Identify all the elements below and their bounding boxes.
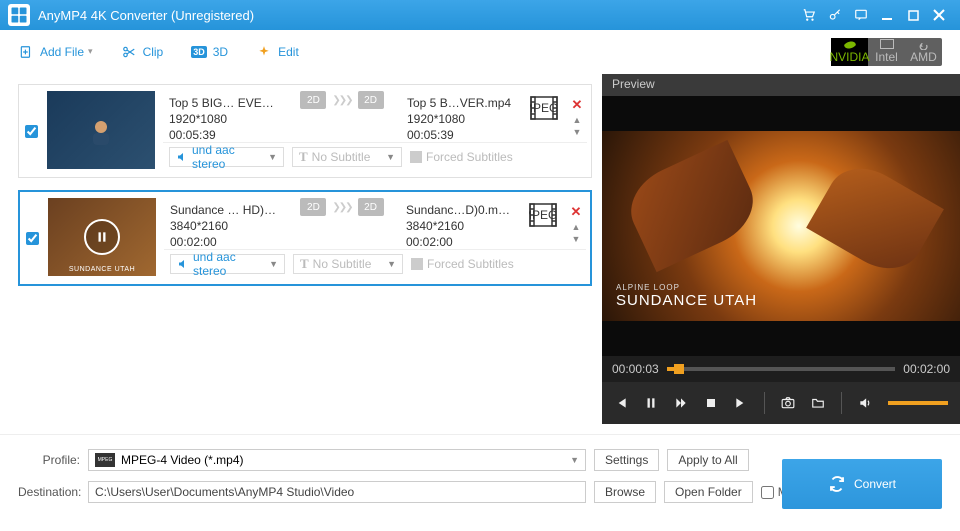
thumbnail[interactable] bbox=[47, 91, 155, 169]
timeline-slider[interactable] bbox=[667, 367, 896, 371]
audio-select[interactable]: und aac stereo ▼ bbox=[170, 254, 285, 274]
format-icon[interactable]: MPEG4 bbox=[529, 95, 559, 121]
arrow-icon: ❯❯❯ bbox=[332, 95, 351, 106]
remove-icon[interactable]: ✕ bbox=[571, 204, 582, 220]
titlebar: AnyMP4 4K Converter (Unregistered) bbox=[0, 0, 960, 30]
apply-all-button[interactable]: Apply to All bbox=[667, 449, 748, 471]
snapshot-folder-button[interactable] bbox=[811, 396, 825, 410]
convert-button[interactable]: Convert bbox=[782, 459, 942, 509]
preview-title: Preview bbox=[602, 74, 960, 96]
move-up-icon[interactable]: ▲ bbox=[573, 115, 582, 125]
maximize-button[interactable] bbox=[900, 2, 926, 28]
move-down-icon[interactable]: ▼ bbox=[572, 234, 581, 244]
nvidia-badge[interactable]: NVIDIA bbox=[831, 38, 868, 66]
volume-icon[interactable] bbox=[858, 396, 872, 410]
source-info: Sundance … HD)0.avi 3840*2160 00:02:00 bbox=[164, 198, 284, 254]
file-list: Top 5 BIG… EVER.MP4 1920*1080 00:05:39 2… bbox=[0, 74, 602, 424]
3d-button[interactable]: 3D 3D bbox=[191, 45, 228, 59]
subtitle-icon: T bbox=[300, 256, 309, 272]
open-folder-button[interactable]: Open Folder bbox=[664, 481, 753, 503]
3d-label: 3D bbox=[213, 45, 228, 59]
prev-button[interactable] bbox=[614, 396, 628, 410]
2d-badge[interactable]: 2D bbox=[300, 198, 326, 216]
profile-label: Profile: bbox=[18, 453, 80, 467]
source-info: Top 5 BIG… EVER.MP4 1920*1080 00:05:39 bbox=[163, 91, 283, 147]
snapshot-button[interactable] bbox=[781, 396, 795, 410]
destination-label: Destination: bbox=[18, 485, 80, 499]
hw-accel-badges: NVIDIA Intel AMD bbox=[831, 38, 942, 66]
feedback-icon[interactable] bbox=[848, 2, 874, 28]
arrow-icon: ❯❯❯ bbox=[332, 202, 351, 213]
preview-panel: Preview ALPINE LOOP SUNDANCE UTAH 00:00:… bbox=[602, 74, 960, 424]
2d-badge[interactable]: 2D bbox=[300, 91, 326, 109]
time-total: 00:02:00 bbox=[903, 362, 950, 376]
clip-label: Clip bbox=[143, 45, 164, 59]
preview-video[interactable]: ALPINE LOOP SUNDANCE UTAH bbox=[602, 96, 960, 356]
3d-icon: 3D bbox=[191, 46, 207, 58]
list-item[interactable]: Top 5 BIG… EVER.MP4 1920*1080 00:05:39 2… bbox=[18, 84, 592, 178]
key-icon[interactable] bbox=[822, 2, 848, 28]
add-file-label: Add File bbox=[40, 45, 84, 59]
move-down-icon[interactable]: ▼ bbox=[573, 127, 582, 137]
item-checkbox[interactable] bbox=[26, 232, 39, 245]
cart-icon[interactable] bbox=[796, 2, 822, 28]
edit-label: Edit bbox=[278, 45, 299, 59]
remove-icon[interactable]: ✕ bbox=[572, 97, 583, 113]
app-logo bbox=[8, 4, 30, 26]
browse-button[interactable]: Browse bbox=[594, 481, 656, 503]
dest-info: Top 5 B…VER.mp4 1920*1080 00:05:39 bbox=[401, 91, 521, 147]
subtitle-select[interactable]: T No Subtitle ▼ bbox=[293, 254, 403, 274]
audio-select[interactable]: und aac stereo ▼ bbox=[169, 147, 284, 167]
svg-text:MPEG4: MPEG4 bbox=[530, 101, 558, 115]
time-current: 00:00:03 bbox=[612, 362, 659, 376]
thumbnail[interactable]: SUNDANCE UTAH bbox=[48, 198, 156, 276]
pause-button[interactable] bbox=[644, 396, 658, 410]
close-button[interactable] bbox=[926, 2, 952, 28]
list-item[interactable]: SUNDANCE UTAH Sundance … HD)0.avi 3840*2… bbox=[18, 190, 592, 286]
move-up-icon[interactable]: ▲ bbox=[572, 222, 581, 232]
format-icon[interactable]: MPEG4 bbox=[528, 202, 558, 228]
mpeg-icon bbox=[95, 453, 115, 467]
volume-slider[interactable] bbox=[888, 401, 948, 405]
dest-info: Sundanc…D)0.mp4 3840*2160 00:02:00 bbox=[400, 198, 520, 254]
profile-select[interactable]: MPEG-4 Video (*.mp4) ▼ bbox=[88, 449, 586, 471]
convert-icon bbox=[828, 475, 846, 493]
subtitle-icon: T bbox=[299, 149, 308, 165]
scissors-icon bbox=[121, 44, 137, 60]
svg-text:MPEG4: MPEG4 bbox=[529, 208, 557, 222]
toolbar: Add File ▾ Clip 3D 3D Edit NVIDIA Intel … bbox=[0, 30, 960, 74]
stop-button[interactable] bbox=[704, 397, 718, 409]
speaker-icon bbox=[176, 151, 188, 163]
destination-input[interactable] bbox=[88, 481, 586, 503]
fast-forward-button[interactable] bbox=[674, 396, 688, 410]
forced-subtitles: Forced Subtitles bbox=[411, 257, 514, 271]
app-title: AnyMP4 4K Converter (Unregistered) bbox=[38, 8, 796, 23]
clip-button[interactable]: Clip bbox=[121, 44, 164, 60]
2d-badge[interactable]: 2D bbox=[358, 198, 384, 216]
settings-button[interactable]: Settings bbox=[594, 449, 659, 471]
add-file-button[interactable]: Add File ▾ bbox=[18, 44, 93, 60]
plus-icon bbox=[18, 44, 34, 60]
next-button[interactable] bbox=[734, 396, 748, 410]
subtitle-select[interactable]: T No Subtitle ▼ bbox=[292, 147, 402, 167]
intel-badge[interactable]: Intel bbox=[868, 38, 905, 66]
forced-subtitles: Forced Subtitles bbox=[410, 150, 513, 164]
play-icon bbox=[84, 219, 120, 255]
edit-button[interactable]: Edit bbox=[256, 44, 299, 60]
item-checkbox[interactable] bbox=[25, 125, 38, 138]
2d-badge[interactable]: 2D bbox=[358, 91, 384, 109]
sparkle-icon bbox=[256, 44, 272, 60]
amd-badge[interactable]: AMD bbox=[905, 38, 942, 66]
minimize-button[interactable] bbox=[874, 2, 900, 28]
speaker-icon bbox=[177, 258, 189, 270]
